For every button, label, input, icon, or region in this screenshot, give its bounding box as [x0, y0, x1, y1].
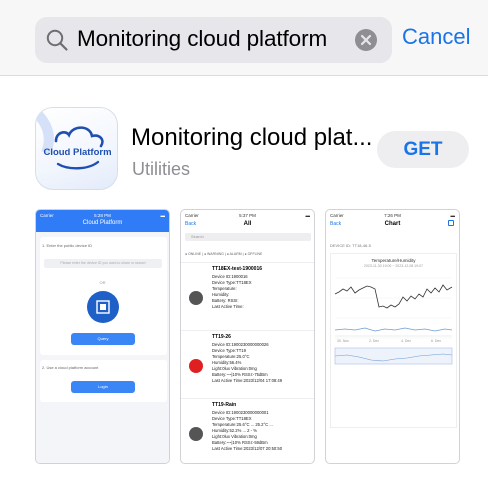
- chart-title: Temperature/Humidity: [371, 258, 416, 263]
- or-label: OR: [99, 280, 106, 285]
- status-legend: ● ONLINE | ● WARNING | ● ALARM | ● OFFLI…: [185, 252, 263, 256]
- chart-plot: 30. Nov 2. Dec 4. Dec 6. Dec: [334, 277, 453, 365]
- app-category: Utilities: [132, 159, 191, 179]
- scan-qr-icon[interactable]: [87, 291, 119, 323]
- calendar-icon[interactable]: [448, 220, 454, 226]
- screenshot-2[interactable]: Carrier 5:37 PM ▬ Back All Search ● ONLI…: [180, 209, 315, 464]
- query-button[interactable]: Query: [71, 333, 135, 345]
- battery-line: Battery:~~|10% RSSI:-59dBm: [212, 440, 268, 445]
- status-bar: Carrier 7:26 PM ▬: [326, 210, 459, 220]
- app-icon[interactable]: Cloud Platform: [35, 107, 118, 190]
- status-time: 7:26 PM: [384, 213, 401, 218]
- device-id-line: Device ID:1900016: [212, 274, 248, 279]
- screenshot-3-title: Chart: [384, 221, 401, 227]
- last-active-line: Last Active Time:2023/12/07 20:50:50: [212, 446, 283, 451]
- humidity-line: Humidity:52.2% ... 2 - %: [212, 428, 257, 433]
- sensor-chart[interactable]: Temperature/Humidity 2023-11-30 19:00 ~ …: [330, 253, 457, 428]
- battery-line: Battery: RSSI:: [212, 298, 239, 303]
- cancel-button[interactable]: Cancel: [402, 24, 470, 50]
- device-card[interactable]: TT18EX-test-1900016 Device ID:1900016 De…: [181, 262, 314, 332]
- section-2-label: 2. Use a cloud platform account: [42, 365, 99, 370]
- temperature-line: Temperature:: [212, 286, 237, 291]
- app-icon-text: Cloud Platform: [43, 147, 111, 158]
- chart-subtitle: 2023-11-30 19:00 ~ 2023-12-08 19:07: [364, 264, 423, 268]
- device-type-line: Device Type:TT18EX: [212, 416, 252, 421]
- device-name: TT19-26: [212, 334, 231, 340]
- battery-icon: ▬: [160, 213, 166, 218]
- x-tick-label: 30. Nov: [337, 339, 349, 343]
- sensor-extra-line: Light:0lux Vibration:0mg: [212, 434, 257, 439]
- humidity-series-line: [334, 327, 453, 332]
- temperature-line: Temperature:25.6°C ... 25.2°C ...: [212, 422, 273, 427]
- search-input[interactable]: Monitoring cloud platform: [77, 26, 327, 52]
- screenshot-2-title: All: [243, 221, 252, 227]
- screenshot-1[interactable]: Carrier 5:28 PM ▬ Cloud Platform 1. Ente…: [35, 209, 170, 464]
- battery-icon: ▬: [305, 213, 311, 218]
- x-tick-label: 4. Dec: [401, 339, 411, 343]
- device-card[interactable]: TT19-Rain Device ID:1900230000000001 Dev…: [181, 398, 314, 463]
- device-card[interactable]: TT19-26 Device ID:1900230000000026 Devic…: [181, 330, 314, 400]
- last-active-line: Last Active Time:: [212, 304, 244, 309]
- x-tick-label: 2. Dec: [369, 339, 379, 343]
- humidity-line: Humidity:56.4%: [212, 360, 242, 365]
- x-tick-label: 6. Dec: [431, 339, 441, 343]
- screenshot-1-navbar: Carrier 5:28 PM ▬ Cloud Platform: [36, 210, 169, 232]
- search-icon: [45, 28, 69, 52]
- device-search-input[interactable]: Search: [185, 233, 311, 241]
- status-dot-offline: [189, 291, 203, 305]
- device-id-label: DEVICE ID: TT18-46-5: [330, 243, 371, 248]
- sensor-extra-line: Light:0lux Vibration:0mg: [212, 366, 257, 371]
- search-field[interactable]: Monitoring cloud platform: [35, 17, 392, 63]
- screenshot-1-title: Cloud Platform: [82, 220, 123, 226]
- device-type-line: Device Type:TT18EX: [212, 280, 252, 285]
- humidity-line: Humidity:: [212, 292, 230, 297]
- battery-icon: ▬: [450, 213, 456, 218]
- device-id-input[interactable]: Please enter the device ID you want to s…: [44, 259, 162, 268]
- section-1-label: 1. Enter the public device ID: [42, 243, 93, 248]
- battery-line: Battery:~~|10% RSSI:-75dBm: [212, 372, 268, 377]
- login-button[interactable]: Login: [71, 381, 135, 393]
- temperature-line: Temperature:25.0°C: [212, 354, 250, 359]
- status-time: 5:28 PM: [94, 213, 111, 218]
- status-time: 5:37 PM: [239, 213, 256, 218]
- clear-search-icon[interactable]: [355, 29, 377, 51]
- last-active-line: Last Active Time:2023/12/04 17:08:49: [212, 378, 283, 383]
- temperature-series-line: [334, 284, 453, 309]
- device-name: TT18EX-test-1900016: [212, 266, 263, 272]
- device-id-line: Device ID:1900230000000026: [212, 342, 269, 347]
- device-type-line: Device Type:TT19: [212, 348, 246, 353]
- search-header: Monitoring cloud platform Cancel: [0, 0, 488, 76]
- get-button[interactable]: GET: [377, 131, 469, 168]
- app-title[interactable]: Monitoring cloud plat...: [131, 124, 372, 152]
- status-bar: Carrier 5:37 PM ▬: [181, 210, 314, 220]
- status-dot-alarm: [189, 359, 203, 373]
- device-id-line: Device ID:1900230000000001: [212, 410, 269, 415]
- device-name: TT19-Rain: [212, 402, 237, 408]
- status-bar: Carrier 5:28 PM ▬: [36, 210, 169, 220]
- status-dot-offline: [189, 427, 203, 441]
- screenshot-3[interactable]: Carrier 7:26 PM ▬ Back Chart DEVICE ID: …: [325, 209, 460, 464]
